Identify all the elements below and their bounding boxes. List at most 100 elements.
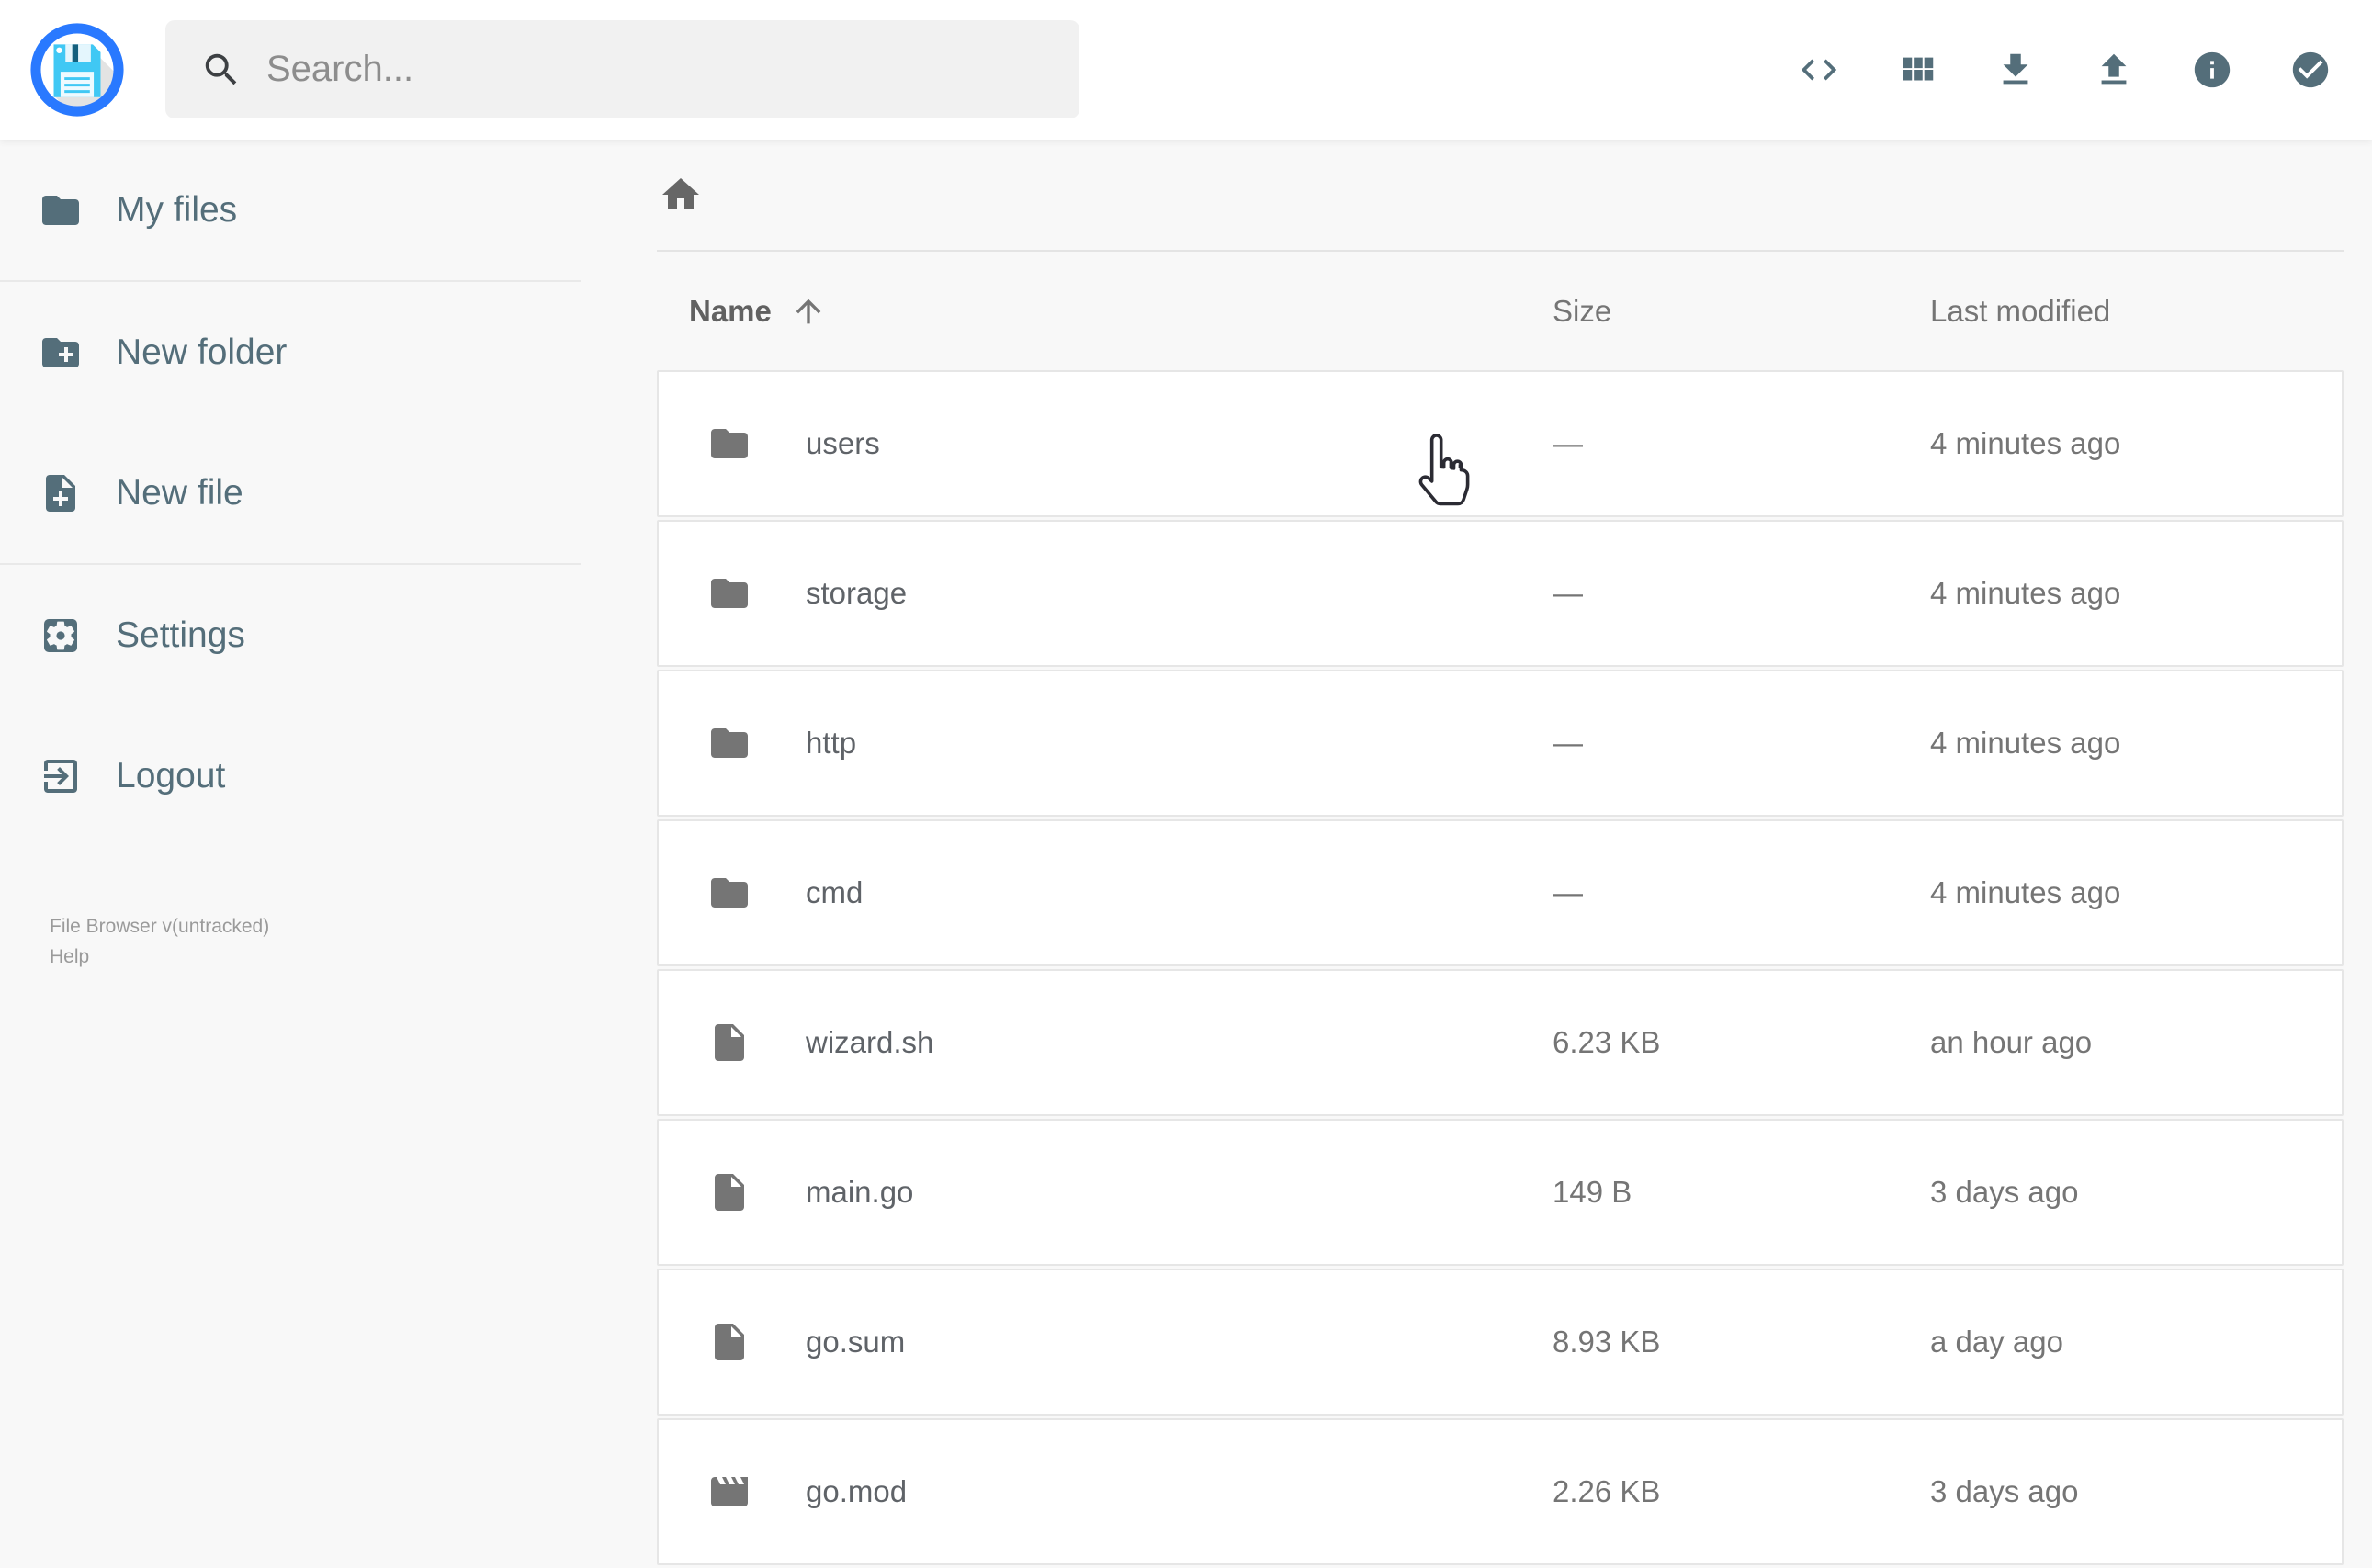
new-folder-icon xyxy=(39,331,83,375)
grid-icon xyxy=(1903,57,1934,81)
download-icon xyxy=(2003,53,2028,85)
folder-icon xyxy=(707,871,751,915)
row-modified: an hour ago xyxy=(1930,1025,2093,1059)
filebrowser-logo[interactable] xyxy=(30,23,124,117)
table-row[interactable]: wizard.sh 6.23 KB an hour ago xyxy=(657,969,2344,1116)
row-name: wizard.sh xyxy=(806,1025,934,1059)
sidebar-item-label: Settings xyxy=(116,615,245,655)
table-row[interactable]: go.mod 2.26 KB 3 days ago xyxy=(657,1418,2344,1565)
sidebar-item-new-file[interactable]: New file xyxy=(0,423,581,563)
file-icon xyxy=(707,1021,751,1065)
table-row[interactable]: main.go 149 B 3 days ago xyxy=(657,1119,2344,1266)
column-header-size[interactable]: Size xyxy=(1553,294,1930,329)
folder-icon xyxy=(707,721,751,765)
row-size: — xyxy=(1553,426,1583,460)
version-link[interactable]: File Browser v(untracked) xyxy=(50,912,581,942)
folder-icon xyxy=(711,579,748,608)
folder-icon xyxy=(711,878,748,908)
search-bar[interactable] xyxy=(165,20,1079,118)
column-header-name[interactable]: Name xyxy=(657,293,1553,330)
folder-icon xyxy=(711,728,748,758)
code-icon xyxy=(1801,59,1837,81)
topbar-actions xyxy=(1798,0,2332,140)
row-modified: 4 minutes ago xyxy=(1930,426,2121,460)
sidebar-item-label: New folder xyxy=(116,332,288,372)
file-icon xyxy=(715,1174,744,1211)
row-modified: 4 minutes ago xyxy=(1930,726,2121,760)
row-name: go.sum xyxy=(806,1325,906,1359)
movie-icon xyxy=(707,1470,751,1514)
row-name: users xyxy=(806,426,880,460)
folder-icon xyxy=(39,188,83,232)
select-multiple-button[interactable] xyxy=(2289,49,2332,91)
column-name-label: Name xyxy=(689,293,772,328)
settings-icon xyxy=(44,618,77,652)
sidebar-item-new-folder[interactable]: New folder xyxy=(0,282,581,423)
row-name: storage xyxy=(806,576,908,610)
row-size: — xyxy=(1553,726,1583,760)
view-mode-button[interactable] xyxy=(1896,49,1938,91)
new-folder-icon xyxy=(42,337,79,367)
sidebar-item-logout[interactable]: Logout xyxy=(0,705,581,846)
folder-icon xyxy=(707,422,751,466)
sidebar-footer: File Browser v(untracked) Help xyxy=(0,912,581,972)
row-modified: 3 days ago xyxy=(1930,1474,2079,1508)
topbar xyxy=(0,0,2372,140)
info-icon xyxy=(2194,51,2231,88)
settings-icon xyxy=(39,614,83,658)
search-input[interactable] xyxy=(265,48,1036,91)
sidebar: My files New folder New file Settings Logout… xyxy=(0,140,581,1525)
column-header-modified[interactable]: Last modified xyxy=(1930,294,2344,329)
row-modified: a day ago xyxy=(1930,1325,2063,1359)
sidebar-item-my-files[interactable]: My files xyxy=(0,140,581,280)
row-size: 6.23 KB xyxy=(1553,1025,1661,1059)
row-size: 8.93 KB xyxy=(1553,1325,1661,1359)
row-size: 149 B xyxy=(1553,1175,1632,1209)
file-icon xyxy=(707,1170,751,1214)
file-icon xyxy=(715,1024,744,1061)
upload-icon xyxy=(2101,53,2127,85)
file-listing: Name Size Last modified users — 4 minutes … xyxy=(657,140,2344,1568)
row-modified: 4 minutes ago xyxy=(1930,576,2121,610)
table-row[interactable]: cmd — 4 minutes ago xyxy=(657,819,2344,966)
shell-toggle-button[interactable] xyxy=(1798,49,1840,91)
floppy-disk-logo-icon xyxy=(30,23,124,117)
help-link[interactable]: Help xyxy=(50,942,581,973)
listing-header: Name Size Last modified xyxy=(657,252,2344,370)
table-row[interactable]: go.sum 8.93 KB a day ago xyxy=(657,1269,2344,1416)
upload-button[interactable] xyxy=(2093,49,2135,91)
row-modified: 4 minutes ago xyxy=(1930,875,2121,909)
folder-icon xyxy=(707,571,751,615)
folder-icon xyxy=(42,195,79,225)
table-row[interactable]: storage — 4 minutes ago xyxy=(657,520,2344,667)
sidebar-item-label: New file xyxy=(116,472,243,513)
sidebar-item-label: Logout xyxy=(116,755,226,795)
row-size: — xyxy=(1553,576,1583,610)
breadcrumb xyxy=(657,140,2344,250)
new-file-icon xyxy=(46,474,75,512)
search-icon xyxy=(200,49,243,91)
table-row[interactable]: http — 4 minutes ago xyxy=(657,670,2344,817)
row-size: — xyxy=(1553,875,1583,909)
row-size: 2.26 KB xyxy=(1553,1474,1661,1508)
row-name: go.mod xyxy=(806,1474,908,1508)
arrow-up-icon xyxy=(790,293,827,330)
sidebar-item-settings[interactable]: Settings xyxy=(0,565,581,705)
file-icon xyxy=(715,1324,744,1360)
file-icon xyxy=(707,1320,751,1364)
logout-icon xyxy=(44,759,77,793)
home-icon[interactable] xyxy=(659,173,703,217)
sidebar-item-label: My files xyxy=(116,189,238,230)
download-button[interactable] xyxy=(1994,49,2037,91)
info-button[interactable] xyxy=(2191,49,2233,91)
check-circle-icon xyxy=(2292,51,2329,88)
table-row[interactable]: users — 4 minutes ago xyxy=(657,370,2344,517)
new-file-icon xyxy=(39,471,83,515)
listing-rows: users — 4 minutes ago storage — 4 minutes ago… xyxy=(657,370,2344,1565)
row-name: main.go xyxy=(806,1175,914,1209)
logout-icon xyxy=(39,754,83,798)
row-name: cmd xyxy=(806,875,864,909)
movie-icon xyxy=(711,1477,748,1506)
row-name: http xyxy=(806,726,857,760)
folder-icon xyxy=(711,429,748,458)
